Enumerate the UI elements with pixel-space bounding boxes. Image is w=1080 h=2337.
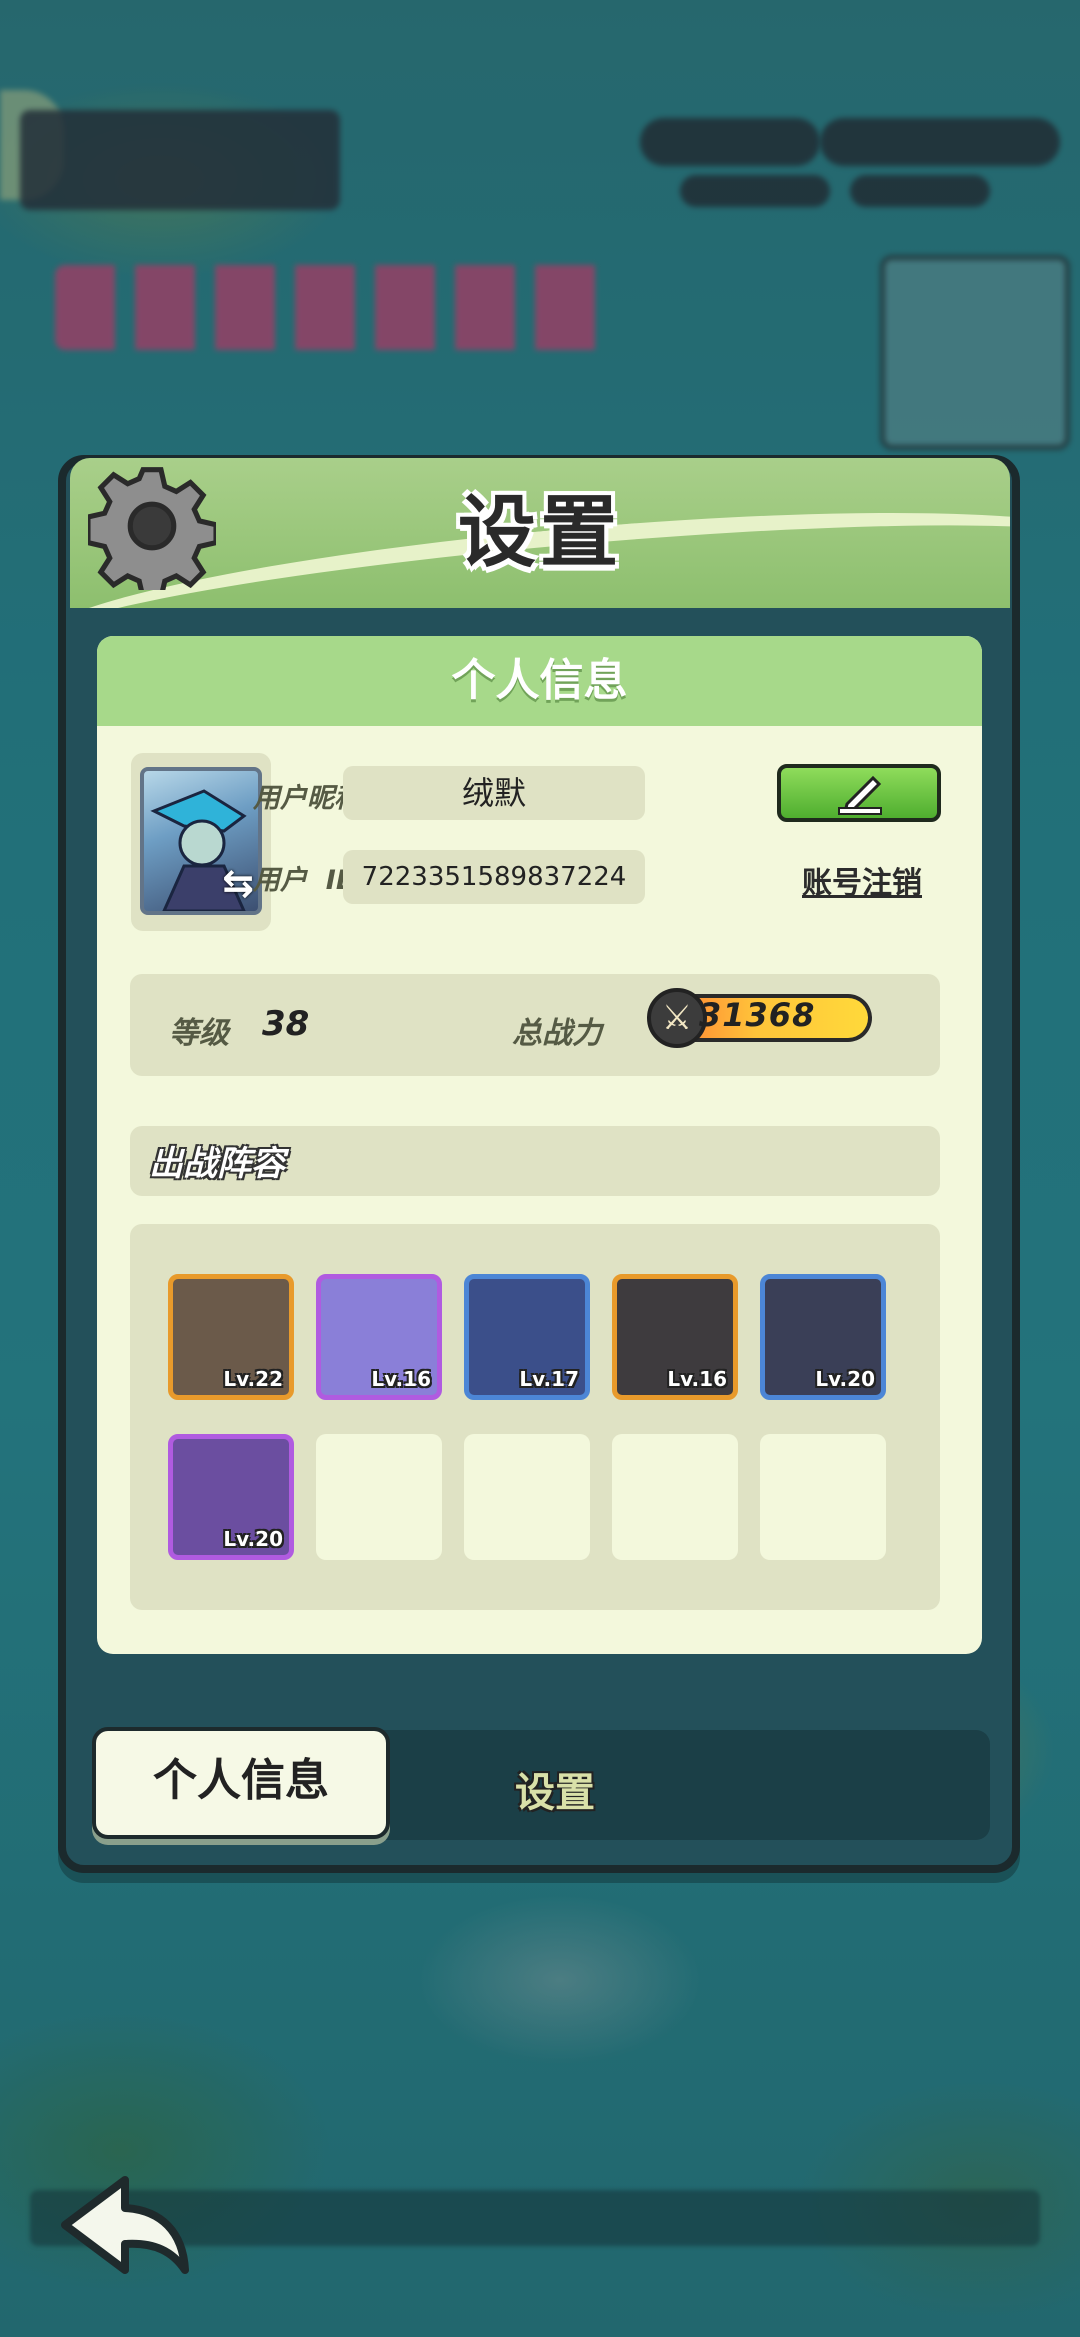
avatar-frame[interactable]: ⇆ [131, 753, 271, 931]
power-badge: ⚔ 31368 [647, 988, 887, 1050]
avatar[interactable]: ⇆ [140, 767, 262, 915]
tab-settings[interactable]: 设置 [450, 1760, 660, 1818]
empty-hero-slot[interactable] [316, 1434, 442, 1560]
hero-slot[interactable]: Lv.16 [316, 1274, 442, 1400]
hero-slot[interactable]: Lv.20 [760, 1274, 886, 1400]
power-value: 31368 [699, 996, 816, 1034]
account-deregister-link[interactable]: 账号注销 [782, 858, 942, 902]
hero-level: Lv.17 [519, 1367, 579, 1391]
empty-hero-slot[interactable] [612, 1434, 738, 1560]
hero-slot[interactable]: Lv.20 [168, 1434, 294, 1560]
hero-slot[interactable]: Lv.16 [612, 1274, 738, 1400]
power-label: 总战力 [512, 1016, 602, 1051]
team-grid: Lv.22 Lv.16 Lv.17 Lv.16 Lv.20 Lv.20 [130, 1224, 940, 1610]
dialog-title: 设置 [457, 488, 622, 578]
edit-pencil-icon [838, 775, 882, 815]
hero-slot[interactable]: Lv.17 [464, 1274, 590, 1400]
hero-slot[interactable]: Lv.22 [168, 1274, 294, 1400]
level-label: 等级 [169, 1016, 229, 1051]
panel-title: 个人信息 [97, 636, 982, 726]
empty-hero-slot[interactable] [464, 1434, 590, 1560]
team-title: 出战阵容 [149, 1144, 285, 1184]
back-arrow-icon[interactable] [55, 2170, 195, 2280]
hero-level: Lv.22 [223, 1367, 283, 1391]
swap-icon[interactable]: ⇆ [222, 861, 254, 905]
empty-hero-slot[interactable] [760, 1434, 886, 1560]
tab-profile[interactable]: 个人信息 [92, 1727, 390, 1839]
hero-level: Lv.16 [371, 1367, 431, 1391]
hero-level: Lv.20 [223, 1527, 283, 1551]
level-value: 38 [262, 1004, 310, 1044]
user-id-field: 7223351589837224 [343, 850, 645, 904]
crossed-swords-icon: ⚔ [647, 988, 707, 1048]
nickname-field: 绒默 [343, 766, 645, 820]
hero-level: Lv.16 [667, 1367, 727, 1391]
edit-nickname-button[interactable] [777, 764, 941, 822]
hero-level: Lv.20 [815, 1367, 875, 1391]
profile-panel: 个人信息 ⇆ 用户昵称 绒默 用户 ID 7223351589837224 账号… [97, 636, 982, 1654]
